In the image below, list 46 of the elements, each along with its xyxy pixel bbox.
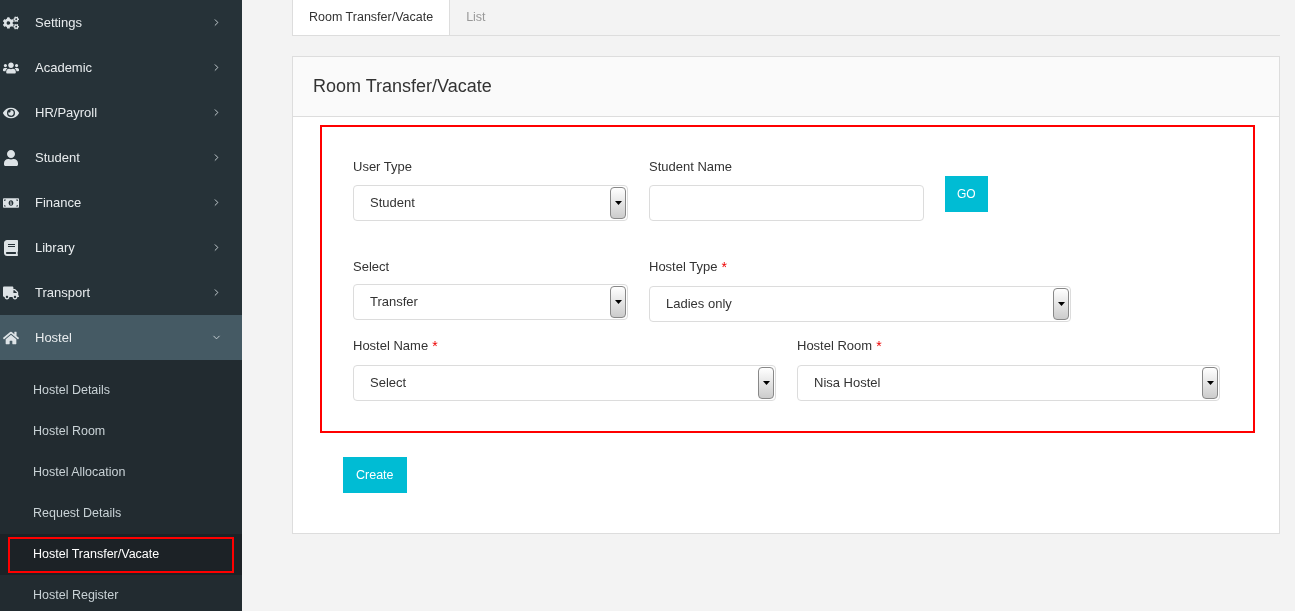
sidebar-item[interactable]: Finance <box>0 180 242 225</box>
required-asterisk: * <box>876 336 882 356</box>
sidebar-item[interactable]: Academic <box>0 45 242 90</box>
caret-down-icon <box>762 380 770 385</box>
sidebar-item[interactable]: HR/Payroll <box>0 90 242 135</box>
required-asterisk: * <box>721 257 727 277</box>
dropdown-arrow-button[interactable] <box>758 366 774 399</box>
field-label: Hostel Room <box>797 337 873 356</box>
caret-down-icon <box>614 300 622 304</box>
house-icon <box>3 329 19 346</box>
sidebar-item[interactable]: Settings <box>0 0 242 45</box>
submenu-item[interactable]: Hostel Allocation <box>8 454 234 491</box>
submenu-item[interactable]: Request Details <box>8 495 234 532</box>
submenu-item[interactable]: Hostel Details <box>8 372 234 409</box>
dropdown-arrow-button[interactable] <box>610 286 626 318</box>
tab[interactable]: Room Transfer/Vacate <box>292 0 451 35</box>
caret-down-icon <box>614 200 622 205</box>
field-label: Student Name <box>649 158 733 176</box>
dropdown-arrow-button[interactable] <box>610 186 626 219</box>
sidebar-item[interactable]: Library <box>0 225 242 270</box>
caret-down-icon <box>1057 301 1065 306</box>
sidebar-item[interactable]: Student <box>0 135 242 180</box>
submenu-item[interactable]: Hostel Room <box>8 413 234 450</box>
required-asterisk: * <box>432 336 438 356</box>
panel-title: Room Transfer/Vacate <box>313 75 492 98</box>
select-field[interactable]: Student <box>353 184 628 221</box>
book-icon <box>3 239 19 256</box>
dropdown-arrow-button[interactable] <box>1202 366 1218 399</box>
person-icon <box>3 149 19 166</box>
field-label: Hostel Type <box>649 258 718 277</box>
submenu-item[interactable]: Hostel Register <box>8 577 234 611</box>
select-field[interactable]: Select <box>353 364 776 401</box>
sidebar-item[interactable]: Transport <box>0 270 242 315</box>
field-label: Select <box>353 257 390 276</box>
gears-icon <box>3 14 19 31</box>
dropdown-arrow-button[interactable] <box>1053 287 1069 320</box>
caret-down-icon <box>1206 380 1214 385</box>
truck-icon <box>3 284 19 301</box>
field-label: Hostel Name <box>353 337 429 356</box>
input-field[interactable] <box>649 184 924 221</box>
sidebar-item[interactable]: Hostel <box>0 315 242 360</box>
field-label: User Type <box>353 158 412 176</box>
select-field[interactable]: Nisa Hostel <box>797 364 1220 401</box>
select-field[interactable]: Ladies only <box>649 285 1071 322</box>
submenu-item[interactable]: Hostel Transfer/Vacate <box>8 536 234 573</box>
select-field[interactable]: Transfer <box>353 284 628 320</box>
